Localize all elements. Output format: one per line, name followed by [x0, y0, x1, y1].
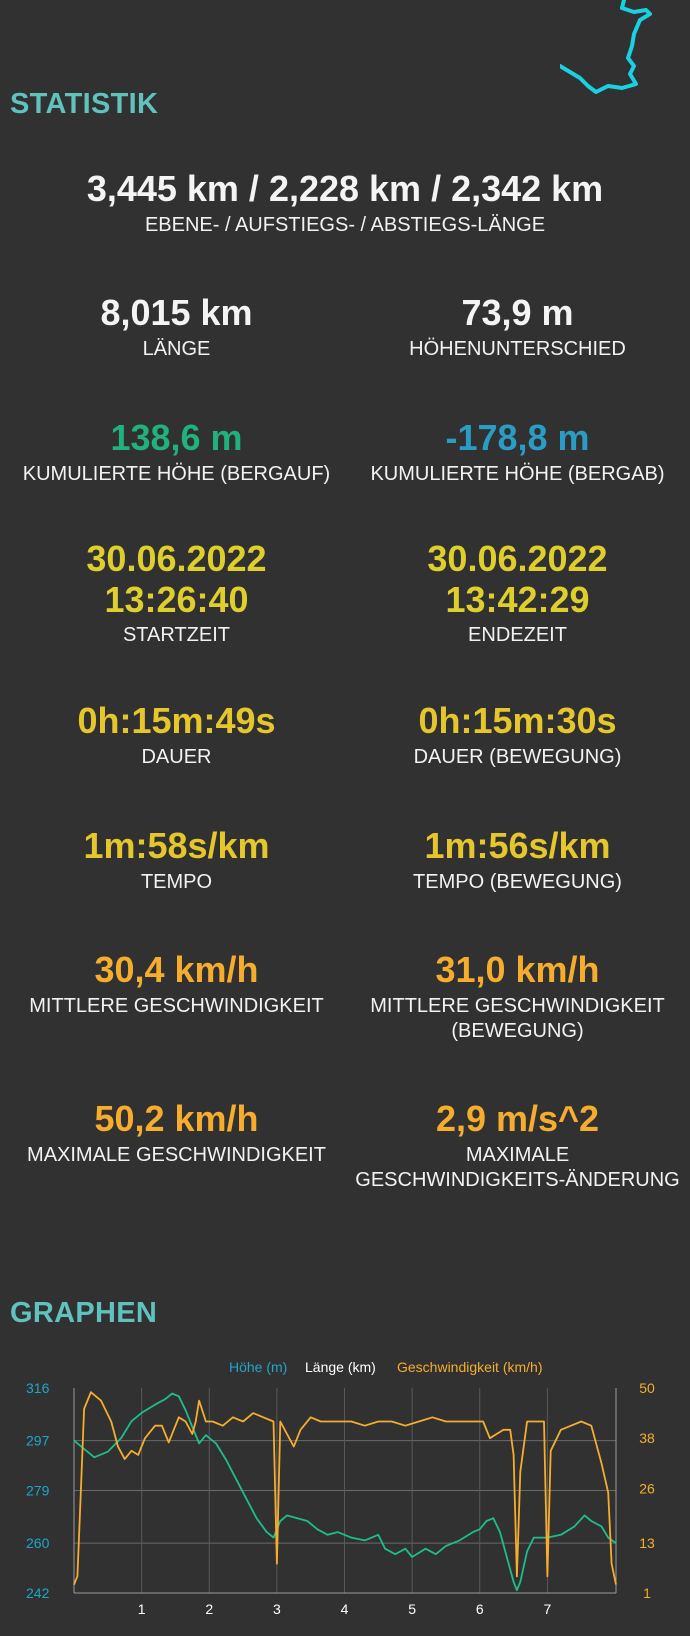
- x-tick-label: 1: [138, 1601, 146, 1617]
- stat-cumulative-ascent: 138,6 m KUMULIERTE HÖHE (BERGAUF): [4, 417, 349, 487]
- stat-value: 0h:15m:30s: [418, 700, 617, 741]
- y-right-tick-label: 38: [639, 1430, 655, 1446]
- y-right-tick-label: 50: [639, 1380, 655, 1396]
- x-tick-label: 2: [205, 1601, 213, 1617]
- stat-label: KUMULIERTE HÖHE (BERGAB): [370, 463, 665, 485]
- stat-label: MITTLERE GESCHWINDIGKEIT: [370, 995, 665, 1017]
- y-left-tick-label: 279: [26, 1483, 50, 1499]
- elevation-speed-chart[interactable]: Höhe (m) Länge (km) Geschwindigkeit (km/…: [0, 1350, 690, 1636]
- stat-label: DAUER (BEWEGUNG): [413, 746, 622, 768]
- stat-length: 8,015 km LÄNGE: [4, 292, 349, 362]
- stat-average-speed: 30,4 km/h MITTLERE GESCHWINDIGKEIT: [4, 949, 349, 1019]
- stat-duration-moving: 0h:15m:30s DAUER (BEWEGUNG): [345, 700, 690, 770]
- legend-elevation: Höhe (m): [229, 1359, 287, 1375]
- stat-label: TEMPO (BEWEGUNG): [413, 871, 622, 893]
- stat-cumulative-descent: -178,8 m KUMULIERTE HÖHE (BERGAB): [345, 417, 690, 487]
- stat-label: MAXIMALE GESCHWINDIGKEIT: [27, 1144, 326, 1166]
- stat-segment-lengths: 3,445 km / 2,228 km / 2,342 km EBENE- / …: [0, 168, 690, 238]
- track-preview-map: [560, 0, 652, 94]
- stat-end-time: 30.06.2022 13:42:29 ENDEZEIT: [345, 538, 690, 648]
- stat-label: TEMPO: [140, 871, 213, 893]
- x-tick-label: 5: [408, 1601, 416, 1617]
- y-left-tick-label: 242: [26, 1585, 50, 1601]
- x-tick-label: 6: [476, 1601, 484, 1617]
- stat-value: 30,4 km/h: [94, 949, 259, 990]
- stat-value: 1m:56s/km: [424, 825, 611, 866]
- stat-value: 73,9 m: [461, 292, 574, 333]
- stat-value: 50,2 km/h: [94, 1098, 259, 1139]
- stat-time: 13:42:29: [445, 579, 590, 620]
- y-left-tick-label: 297: [26, 1433, 50, 1449]
- stat-time: 13:26:40: [104, 579, 249, 620]
- x-tick-label: 4: [341, 1601, 349, 1617]
- stat-value: 138,6 m: [110, 417, 243, 458]
- y-left-tick-label: 316: [26, 1380, 50, 1396]
- stat-value: 8,015 km: [100, 292, 253, 333]
- y-right-tick-label: 1: [643, 1585, 651, 1601]
- stat-label: KUMULIERTE HÖHE (BERGAUF): [22, 463, 331, 485]
- stat-value: 3,445 km / 2,228 km / 2,342 km: [86, 168, 604, 209]
- stat-label: LÄNGE: [142, 338, 211, 360]
- legend-distance: Länge (km): [305, 1359, 376, 1375]
- elevation-series-line: [73, 1392, 617, 1592]
- stat-label-continued: GESCHWINDIGKEITS-ÄNDERUNG: [355, 1169, 680, 1191]
- stat-duration: 0h:15m:49s DAUER: [4, 700, 349, 770]
- stat-pace: 1m:58s/km TEMPO: [4, 825, 349, 895]
- x-tick-label: 7: [543, 1601, 551, 1617]
- stat-value: 0h:15m:49s: [77, 700, 276, 741]
- y-right-tick-label: 26: [639, 1480, 655, 1496]
- chart-canvas: Höhe (m) Länge (km) Geschwindigkeit (km/…: [26, 1359, 655, 1617]
- stat-label: EBENE- / AUFSTIEGS- / ABSTIEGS-LÄNGE: [144, 214, 546, 236]
- stat-label: HÖHENUNTERSCHIED: [409, 338, 626, 360]
- graphs-section-title: GRAPHEN: [10, 1297, 158, 1329]
- stat-value: 31,0 km/h: [435, 949, 600, 990]
- stat-date: 30.06.2022: [427, 538, 608, 579]
- stat-height-difference: 73,9 m HÖHENUNTERSCHIED: [345, 292, 690, 362]
- stat-pace-moving: 1m:56s/km TEMPO (BEWEGUNG): [345, 825, 690, 895]
- stat-value: 1m:58s/km: [83, 825, 270, 866]
- y-left-tick-label: 260: [26, 1535, 50, 1551]
- x-tick-label: 3: [273, 1601, 281, 1617]
- y-right-tick-label: 13: [639, 1535, 655, 1551]
- speed-series-line: [73, 1391, 617, 1585]
- stat-date: 30.06.2022: [86, 538, 267, 579]
- stat-max-speed: 50,2 km/h MAXIMALE GESCHWINDIGKEIT: [4, 1098, 349, 1168]
- stat-label: STARTZEIT: [122, 624, 231, 646]
- stat-value: 2,9 m/s^2: [435, 1098, 600, 1139]
- stat-max-acceleration: 2,9 m/s^2 MAXIMALE GESCHWINDIGKEITS-ÄNDE…: [345, 1098, 690, 1193]
- stat-label: ENDEZEIT: [468, 624, 567, 646]
- stat-label: MAXIMALE: [465, 1144, 570, 1166]
- stat-label: DAUER: [141, 746, 212, 768]
- stat-value: -178,8 m: [445, 417, 590, 458]
- stat-average-speed-moving: 31,0 km/h MITTLERE GESCHWINDIGKEIT (BEWE…: [345, 949, 690, 1044]
- stat-label-continued: (BEWEGUNG): [451, 1020, 584, 1042]
- stat-start-time: 30.06.2022 13:26:40 STARTZEIT: [4, 538, 349, 648]
- statistics-section-title: STATISTIK: [10, 88, 159, 120]
- legend-speed: Geschwindigkeit (km/h): [397, 1359, 543, 1375]
- stat-label: MITTLERE GESCHWINDIGKEIT: [29, 995, 324, 1017]
